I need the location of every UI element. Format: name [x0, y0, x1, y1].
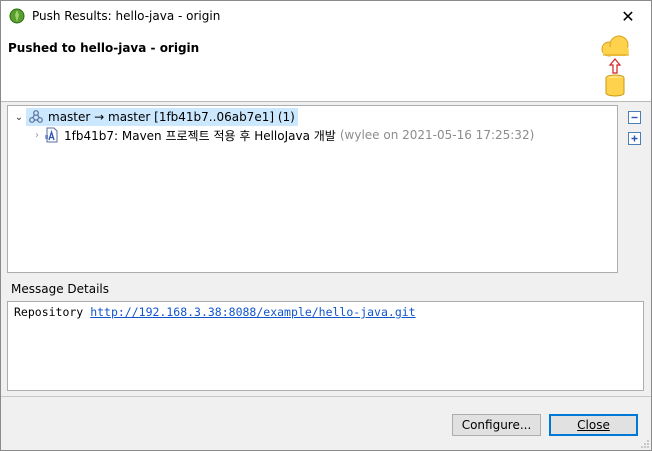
- tree-row-ref-update[interactable]: ⌄ master → master [1fb41b7..06ab7e1] (1): [12, 108, 298, 126]
- commit-meta: (wylee on 2021-05-16 17:25:32): [339, 128, 535, 142]
- header-banner: Pushed to hello-java - origin: [1, 31, 651, 102]
- collapse-all-icon: [631, 116, 638, 119]
- expand-chevron-right-icon[interactable]: ›: [30, 130, 44, 141]
- repository-link[interactable]: http://192.168.3.38:8088/example/hello-j…: [90, 305, 415, 319]
- push-results-tree[interactable]: ⌄ master → master [1fb41b7..06ab7e1] (1)…: [7, 105, 618, 273]
- push-to-cloud-icon: [601, 35, 629, 97]
- window-title: Push Results: hello-java - origin: [32, 9, 221, 23]
- title-bar: Push Results: hello-java - origin ✕: [1, 1, 651, 31]
- message-details-box[interactable]: Repository http://192.168.3.38:8088/exam…: [7, 301, 644, 391]
- close-button[interactable]: Close: [549, 414, 638, 436]
- configure-button-label: Configure...: [461, 418, 532, 432]
- branch-icon: [29, 110, 43, 123]
- close-button-label: Close: [577, 418, 610, 432]
- commit-icon: [45, 127, 58, 143]
- repository-prefix: Repository: [14, 305, 84, 319]
- footer-separator: [1, 396, 651, 397]
- page-title: Pushed to hello-java - origin: [8, 41, 200, 55]
- commit-label: 1fb41b7: Maven 프로젝트 적용 후 HelloJava 개발: [64, 128, 336, 143]
- eclipse-egit-icon: [9, 8, 25, 24]
- push-results-dialog: Push Results: hello-java - origin ✕ Push…: [0, 0, 652, 451]
- expand-all-icon: [631, 135, 638, 142]
- close-window-button[interactable]: ✕: [605, 1, 651, 31]
- expand-all-button[interactable]: [628, 132, 641, 145]
- message-details-label: Message Details: [11, 282, 110, 296]
- resize-grip-icon[interactable]: [640, 439, 650, 449]
- collapse-all-button[interactable]: [628, 111, 641, 124]
- tree-row-commit[interactable]: › 1fb41b7: Maven 프로젝트 적용 후 HelloJava 개발 …: [30, 126, 534, 144]
- expand-chevron-down-icon[interactable]: ⌄: [12, 112, 26, 123]
- ref-update-label: master → master [1fb41b7..06ab7e1] (1): [48, 110, 295, 124]
- close-icon: ✕: [621, 6, 635, 26]
- configure-button[interactable]: Configure...: [452, 414, 541, 436]
- selected-ref-item[interactable]: master → master [1fb41b7..06ab7e1] (1): [26, 108, 298, 126]
- message-line: Repository http://192.168.3.38:8088/exam…: [14, 305, 416, 319]
